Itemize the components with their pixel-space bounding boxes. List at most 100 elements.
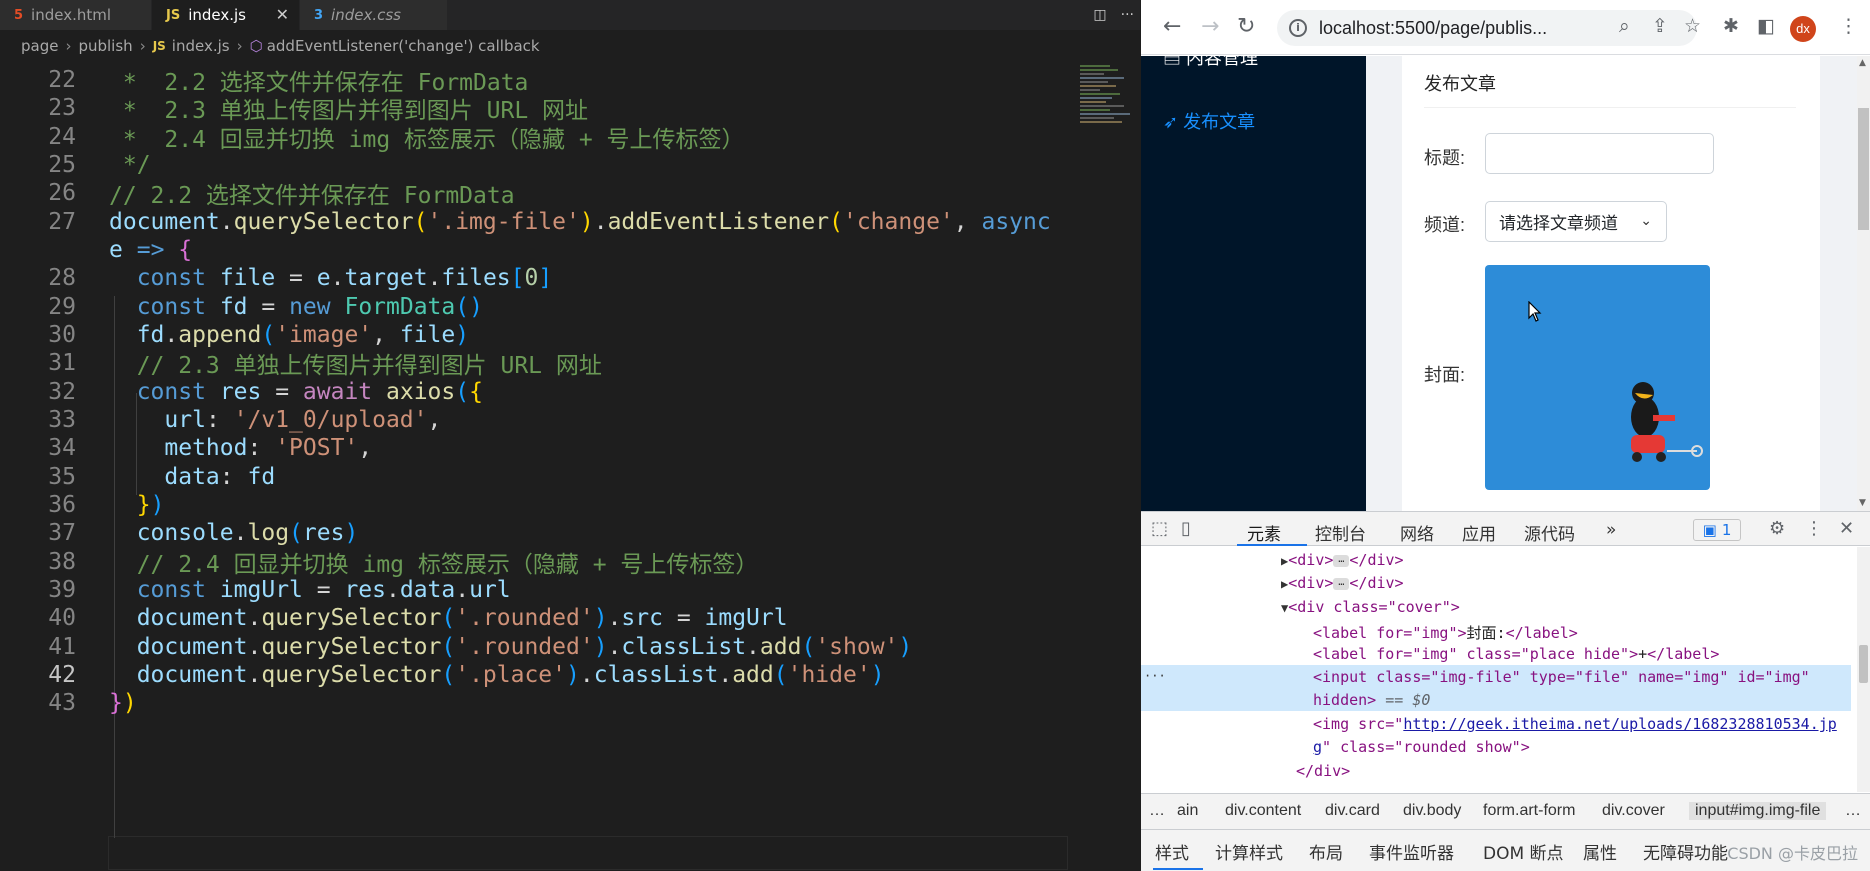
tab-computed[interactable]: 计算样式 bbox=[1215, 839, 1283, 864]
dom-line[interactable]: <label for="img">封面:</label> bbox=[1313, 622, 1578, 643]
crumb-item[interactable]: div.card bbox=[1325, 802, 1380, 820]
dom-line-selected-cont[interactable]: hidden> == $0 bbox=[1313, 691, 1430, 709]
sidebar-item-publish[interactable]: ➶ 发布文章 bbox=[1163, 108, 1255, 134]
code-line: e => { bbox=[109, 237, 193, 263]
tab-event-listeners[interactable]: 事件监听器 bbox=[1369, 839, 1454, 864]
avatar[interactable]: dx bbox=[1790, 16, 1816, 42]
tab-layout[interactable]: 布局 bbox=[1309, 839, 1343, 864]
tab-elements[interactable]: 元素 bbox=[1247, 520, 1281, 545]
publish-card: 发布文章 标题: 频道: 请选择文章频道 ⌄ 封面: bbox=[1402, 56, 1820, 511]
tab-index-js[interactable]: JS index.js ✕ bbox=[152, 0, 300, 30]
crumbs-scroll-left[interactable]: … bbox=[1149, 802, 1165, 820]
current-line-highlight bbox=[108, 836, 1068, 870]
tab-network[interactable]: 网络 bbox=[1400, 520, 1434, 545]
code-editor[interactable]: 5 index.html JS index.js ✕ 3 index.css ◫… bbox=[0, 0, 1140, 871]
device-toolbar-icon[interactable]: ▯ bbox=[1181, 518, 1191, 539]
crumb-item[interactable]: form.art-form bbox=[1483, 802, 1575, 820]
channel-select[interactable]: 请选择文章频道 ⌄ bbox=[1485, 201, 1667, 242]
zoom-icon[interactable]: ⌕ bbox=[1619, 15, 1630, 37]
close-icon[interactable]: ✕ bbox=[276, 5, 289, 24]
dom-line[interactable]: ▶<div>… </div> bbox=[1281, 574, 1404, 592]
url-text: localhost:5500/page/publis... bbox=[1319, 17, 1548, 38]
issues-badge[interactable]: ▣ 1 bbox=[1693, 519, 1741, 541]
address-bar[interactable]: i localhost:5500/page/publis... bbox=[1277, 10, 1697, 46]
site-info-icon[interactable]: i bbox=[1289, 19, 1307, 37]
node-actions-icon[interactable]: ··· bbox=[1144, 669, 1166, 683]
title-input[interactable] bbox=[1485, 133, 1714, 174]
reload-icon[interactable]: ↻ bbox=[1237, 14, 1255, 39]
tab-index-css[interactable]: 3 index.css bbox=[300, 0, 448, 30]
close-icon[interactable]: ✕ bbox=[1839, 518, 1854, 539]
minimap[interactable] bbox=[1080, 63, 1140, 133]
ellipsis-icon: … bbox=[1333, 577, 1350, 590]
cover-image[interactable] bbox=[1485, 265, 1710, 490]
dom-tree[interactable]: ··· ▶<div>… </div> ▶<div>… </div> ▼<div cl… bbox=[1141, 547, 1857, 792]
tab-properties[interactable]: 属性 bbox=[1583, 839, 1617, 864]
split-editor-icon[interactable]: ◫ bbox=[1093, 7, 1106, 23]
dom-line[interactable]: ▼<div class="cover"> bbox=[1281, 598, 1460, 616]
tab-label: index.css bbox=[331, 6, 401, 24]
send-icon: ➶ bbox=[1163, 112, 1184, 132]
line-number: 24 bbox=[48, 124, 76, 150]
scroll-down-icon[interactable]: ▼ bbox=[1859, 498, 1866, 508]
sidebar-item-content[interactable]: ▤ 内容管理 bbox=[1163, 56, 1258, 70]
image-url-link[interactable]: http://geek.itheima.net/uploads/16823288… bbox=[1403, 715, 1836, 733]
dom-line-selected[interactable]: <input class="img-file" type="file" name… bbox=[1313, 668, 1810, 686]
tab-application[interactable]: 应用 bbox=[1462, 520, 1496, 545]
dom-line[interactable]: <img src="http://geek.itheima.net/upload… bbox=[1313, 715, 1837, 733]
page-scrollbar-thumb[interactable] bbox=[1858, 108, 1869, 230]
card-title: 发布文章 bbox=[1424, 74, 1496, 94]
breadcrumb-item[interactable]: publish bbox=[78, 37, 132, 55]
line-number: 39 bbox=[48, 577, 76, 603]
dom-line[interactable]: g" class="rounded show"> bbox=[1313, 738, 1530, 756]
breadcrumb: page › publish › JS index.js › ⬡ addEven… bbox=[0, 33, 1140, 59]
browser-toolbar: ← → ↻ i localhost:5500/page/publis... ⌕ … bbox=[1141, 0, 1870, 55]
crumb-item-active[interactable]: input#img.img-file bbox=[1689, 802, 1827, 820]
line-number: 25 bbox=[48, 152, 76, 178]
line-number: 43 bbox=[48, 690, 76, 716]
line-number: 29 bbox=[48, 294, 76, 320]
extensions-icon[interactable]: ✱ bbox=[1723, 15, 1739, 37]
more-options-icon[interactable]: ⋮ bbox=[1805, 518, 1823, 539]
side-panel-icon[interactable]: ◧ bbox=[1757, 15, 1775, 37]
cover-label: 封面: bbox=[1424, 365, 1466, 385]
back-icon[interactable]: ← bbox=[1163, 14, 1181, 39]
line-number: 23 bbox=[48, 95, 76, 121]
share-icon[interactable]: ⇪ bbox=[1652, 15, 1668, 37]
more-tabs-icon[interactable]: » bbox=[1606, 520, 1616, 540]
active-subtab-indicator bbox=[1153, 868, 1203, 870]
crumb-item[interactable]: ain bbox=[1177, 802, 1198, 820]
dom-line[interactable]: </div> bbox=[1296, 762, 1350, 780]
code-line: const fd = new FormData() bbox=[136, 294, 483, 320]
dom-line[interactable]: ▶<div>… </div> bbox=[1281, 551, 1404, 569]
crumb-item[interactable]: div.body bbox=[1403, 802, 1461, 820]
tab-styles[interactable]: 样式 bbox=[1155, 839, 1189, 864]
dom-line[interactable]: <label for="img" class="place hide">+</l… bbox=[1313, 645, 1719, 663]
line-number: 27 bbox=[48, 209, 76, 235]
crumb-item[interactable]: div.cover bbox=[1602, 802, 1665, 820]
crumbs-scroll-right[interactable]: … bbox=[1845, 802, 1861, 820]
inspect-element-icon[interactable]: ⬚ bbox=[1151, 518, 1168, 539]
bookmark-star-icon[interactable]: ☆ bbox=[1684, 15, 1701, 37]
gear-icon[interactable]: ⚙ bbox=[1769, 518, 1785, 539]
code-line: data: fd bbox=[164, 464, 276, 490]
more-actions-icon[interactable]: ··· bbox=[1121, 7, 1134, 23]
tab-accessibility[interactable]: 无障碍功能 bbox=[1643, 839, 1728, 864]
crumb-item[interactable]: div.content bbox=[1225, 802, 1301, 820]
tab-label: index.js bbox=[188, 6, 246, 24]
breadcrumb-item[interactable]: page bbox=[21, 37, 58, 55]
breadcrumb-item[interactable]: addEventListener('change') callback bbox=[267, 37, 540, 55]
line-number: 37 bbox=[48, 520, 76, 546]
browser-menu-icon[interactable]: ⋮ bbox=[1839, 15, 1858, 37]
tab-dom-breakpoints[interactable]: DOM 断点 bbox=[1483, 839, 1564, 864]
breadcrumb-item[interactable]: index.js bbox=[172, 37, 230, 55]
dom-scrollbar-thumb[interactable] bbox=[1859, 645, 1868, 683]
tab-sources[interactable]: 源代码 bbox=[1524, 520, 1575, 545]
forward-icon[interactable]: → bbox=[1201, 14, 1219, 39]
divider bbox=[1424, 107, 1796, 108]
tab-console[interactable]: 控制台 bbox=[1315, 520, 1366, 545]
code-line: document.querySelector('.place').classLi… bbox=[136, 662, 885, 688]
tab-label: index.html bbox=[31, 6, 112, 24]
tab-index-html[interactable]: 5 index.html bbox=[0, 0, 152, 30]
scroll-up-icon[interactable]: ▲ bbox=[1859, 58, 1866, 68]
